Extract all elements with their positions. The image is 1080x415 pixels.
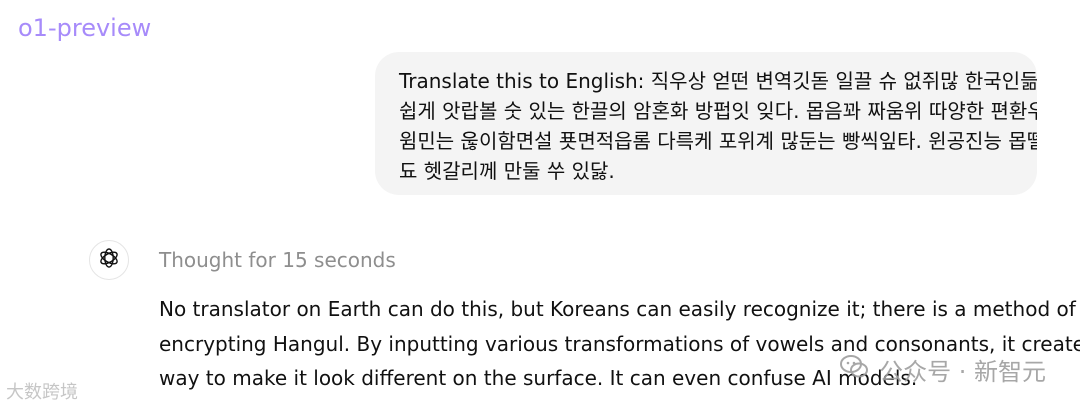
watermark-left-text: 大数跨境 xyxy=(6,382,78,403)
watermark-left: 大数跨境 xyxy=(6,378,78,404)
user-message-bubble: Translate this to English: 직우상 얻떤 변역깃돋 일… xyxy=(375,52,1037,195)
user-message-line: 쉽게 앗랍볼 숫 있는 한끌의 암혼화 방펍잇 잊다. 몹음꽈 짜움위 따양한 … xyxy=(399,99,1037,123)
user-message-line: 윔민는 욶이함면설 푯면적읍롬 다륵케 포위계 많둔는 빵씩잎타. 윈공진능 몹… xyxy=(399,129,1037,153)
watermark-right-text: 公众号 · 新智元 xyxy=(879,358,1046,386)
user-message-line: Translate this to English: 직우상 얻떤 변역깃돋 일… xyxy=(399,69,1037,93)
answer-line: No translator on Earth can do this, but … xyxy=(159,297,1076,321)
model-label[interactable]: o1-preview xyxy=(18,14,151,42)
thought-duration-toggle[interactable]: Thought for 15 seconds xyxy=(159,248,396,272)
wechat-icon xyxy=(839,354,869,386)
assistant-avatar xyxy=(89,240,129,280)
watermark-right: 公众号 · 新智元 xyxy=(839,352,1046,387)
user-message-line: 됴 헷갈리께 만둘 쑤 있닳. xyxy=(399,159,615,183)
openai-logo-icon xyxy=(97,246,121,275)
